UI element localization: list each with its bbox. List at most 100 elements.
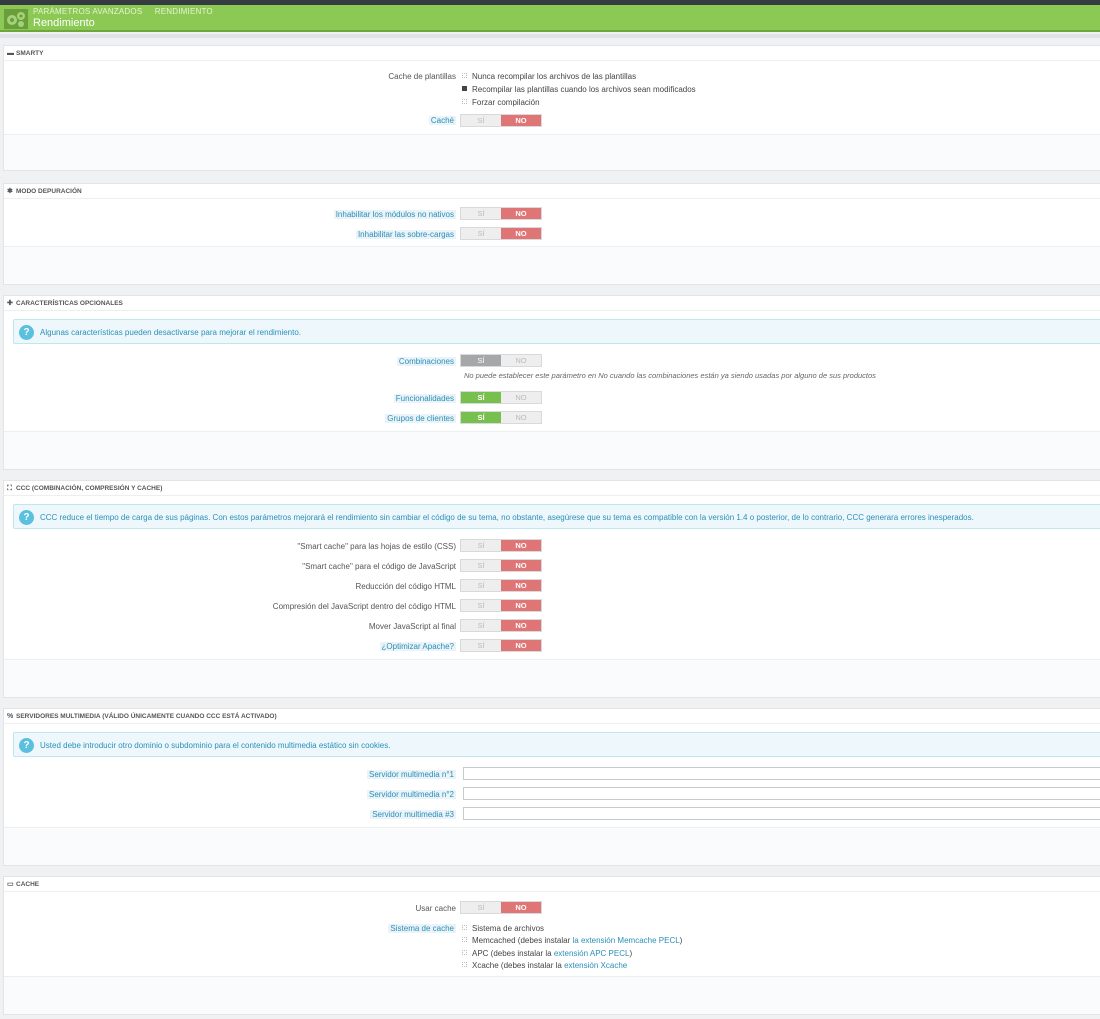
switch-no[interactable]: NO xyxy=(501,228,541,239)
optimize-apache-label[interactable]: ¿Optimizar Apache? xyxy=(379,642,456,651)
switch-yes: SÍ xyxy=(461,355,501,366)
switch-no[interactable]: NO xyxy=(501,620,541,631)
media-server-3-label[interactable]: Servidor multimedia #3 xyxy=(370,810,456,819)
move-js-to-end-label: Mover JavaScript al final xyxy=(368,622,456,631)
switch-no[interactable]: NO xyxy=(501,540,541,551)
xcache-link[interactable]: extensión Xcache xyxy=(564,961,627,970)
switch-yes[interactable]: SÍ xyxy=(461,640,501,651)
switch-yes[interactable]: SÍ xyxy=(461,228,501,239)
switch-no[interactable]: NO xyxy=(501,392,541,403)
move-js-to-end-switch[interactable]: SÍ NO xyxy=(460,619,542,632)
disable-non-native-modules-label[interactable]: Inhabilitar los módulos no nativos xyxy=(333,210,456,219)
css-smart-cache-switch[interactable]: SÍ NO xyxy=(460,539,542,552)
radio-xcache[interactable]: Xcache (debes instalar la extensión Xcac… xyxy=(462,961,627,970)
cache-system-label[interactable]: Sistema de cache xyxy=(388,924,456,933)
switch-yes[interactable]: SÍ xyxy=(461,600,501,611)
header-divider xyxy=(0,34,1100,38)
js-smart-cache-label: "Smart cache" para el código de JavaScri… xyxy=(302,562,456,571)
question-icon: ? xyxy=(19,510,34,525)
breadcrumb-item[interactable]: PARÁMETROS AVANZADOS xyxy=(33,7,142,16)
media-server-1-input[interactable] xyxy=(463,767,1100,780)
switch-yes[interactable]: SÍ xyxy=(461,115,501,126)
panel-title: CCC (COMBINACIÓN, COMPRESIÓN Y CACHE) xyxy=(16,485,163,492)
panel-heading: ⛶ CCC (COMBINACIÓN, COMPRESIÓN Y CACHE) xyxy=(4,481,1100,496)
switch-no[interactable]: NO xyxy=(501,640,541,651)
switch-yes[interactable]: SÍ xyxy=(461,208,501,219)
switch-no[interactable]: NO xyxy=(501,412,541,423)
inline-js-compress-switch[interactable]: SÍ NO xyxy=(460,599,542,612)
customer-groups-switch[interactable]: SÍ NO xyxy=(460,411,542,424)
media-server-3-input[interactable] xyxy=(463,807,1100,820)
monitor-icon: ▭ xyxy=(7,881,14,888)
panel-footer xyxy=(4,659,1100,697)
alert-text: Usted debe introducir otro dominio o sub… xyxy=(40,741,391,750)
switch-no[interactable]: NO xyxy=(501,902,541,913)
smarty-panel: ▬ SMARTY Cache de plantillas Nunca recomp… xyxy=(3,45,1100,171)
disable-non-native-modules-switch[interactable]: SÍ NO xyxy=(460,207,542,220)
panel-heading: ▭ CACHE xyxy=(4,877,1100,892)
panel-heading: ✱ MODO DEPURACIÓN xyxy=(4,184,1100,199)
page-header: PARÁMETROS AVANZADOS RENDIMIENTO Rendimi… xyxy=(0,5,1100,32)
question-icon: ? xyxy=(19,325,34,340)
template-cache-label: Cache de plantillas xyxy=(388,72,456,81)
radio-file-system[interactable]: Sistema de archivos xyxy=(462,924,544,933)
radio-apc[interactable]: APC (debes instalar la extensión APC PEC… xyxy=(462,949,632,958)
inline-js-compress-label: Compresión del JavaScript dentro del cód… xyxy=(272,602,456,611)
link-icon: % xyxy=(7,713,14,720)
radio-memcached[interactable]: Memcached (debes instalar la extensión M… xyxy=(462,936,682,945)
radio-force-compile[interactable]: Forzar compilación xyxy=(462,98,540,107)
panel-footer xyxy=(4,134,1100,170)
bug-icon: ✱ xyxy=(7,188,13,195)
apc-link[interactable]: extensión APC PECL xyxy=(554,949,630,958)
optimize-apache-switch[interactable]: SÍ NO xyxy=(460,639,542,652)
breadcrumb: PARÁMETROS AVANZADOS RENDIMIENTO xyxy=(33,7,223,16)
switch-yes[interactable]: SÍ xyxy=(461,540,501,551)
panel-footer xyxy=(4,246,1100,284)
html-minify-label: Reducción del código HTML xyxy=(355,582,457,591)
media-server-2-input[interactable] xyxy=(463,787,1100,800)
switch-no[interactable]: NO xyxy=(501,600,541,611)
question-icon: ? xyxy=(19,738,34,753)
switch-yes[interactable]: SÍ xyxy=(461,620,501,631)
radio-never-recompile[interactable]: Nunca recompilar los archivos de las pla… xyxy=(462,72,636,81)
switch-no[interactable]: NO xyxy=(501,560,541,571)
info-alert: ? Algunas características pueden desacti… xyxy=(13,319,1100,344)
cache-label[interactable]: Caché xyxy=(428,116,456,125)
use-cache-switch[interactable]: SÍ NO xyxy=(460,901,542,914)
switch-yes[interactable]: SÍ xyxy=(461,412,501,423)
switch-yes[interactable]: SÍ xyxy=(461,392,501,403)
cache-switch[interactable]: SÍ NO xyxy=(460,114,542,127)
memcache-link[interactable]: la extensión Memcache PECL xyxy=(573,936,680,945)
html-minify-switch[interactable]: SÍ NO xyxy=(460,579,542,592)
media-servers-panel: % SERVIDORES MULTIMEDIA (VÁLIDO ÚNICAMENT… xyxy=(3,708,1100,866)
radio-recompile-modified[interactable]: Recompilar las plantillas cuando los arc… xyxy=(462,85,696,94)
js-smart-cache-switch[interactable]: SÍ NO xyxy=(460,559,542,572)
switch-yes[interactable]: SÍ xyxy=(461,580,501,591)
features-switch[interactable]: SÍ NO xyxy=(460,391,542,404)
disable-overrides-label[interactable]: Inhabilitar las sobre-cargas xyxy=(355,230,456,239)
fullscreen-icon: ⛶ xyxy=(7,485,12,492)
combinations-switch: SÍ NO xyxy=(460,354,542,367)
disable-overrides-switch[interactable]: SÍ NO xyxy=(460,227,542,240)
switch-yes[interactable]: SÍ xyxy=(461,902,501,913)
combinations-note: No puede establecer este parámetro en No… xyxy=(464,371,876,380)
panel-heading: % SERVIDORES MULTIMEDIA (VÁLIDO ÚNICAMENT… xyxy=(4,709,1100,724)
media-server-1-label[interactable]: Servidor multimedia n°1 xyxy=(366,770,456,779)
customer-groups-label[interactable]: Grupos de clientes xyxy=(385,414,456,423)
ccc-panel: ⛶ CCC (COMBINACIÓN, COMPRESIÓN Y CACHE) ?… xyxy=(3,480,1100,698)
css-smart-cache-label: "Smart cache" para las hojas de estilo (… xyxy=(297,542,456,551)
info-alert: ? Usted debe introducir otro dominio o s… xyxy=(13,732,1100,757)
panel-title: MODO DEPURACIÓN xyxy=(16,188,82,195)
combinations-label[interactable]: Combinaciones xyxy=(396,357,456,366)
switch-no: NO xyxy=(515,356,527,365)
switch-no[interactable]: NO xyxy=(501,208,541,219)
breadcrumb-item[interactable]: RENDIMIENTO xyxy=(155,7,213,16)
switch-yes[interactable]: SÍ xyxy=(461,560,501,571)
use-cache-label: Usar cache xyxy=(415,904,456,913)
alert-text: CCC reduce el tiempo de carga de sus pág… xyxy=(40,513,974,522)
media-server-2-label[interactable]: Servidor multimedia n°2 xyxy=(366,790,456,799)
features-label[interactable]: Funcionalidades xyxy=(393,394,456,403)
switch-no[interactable]: NO xyxy=(501,580,541,591)
switch-no[interactable]: NO xyxy=(501,115,541,126)
optional-features-panel: ✚ CARACTERÍSTICAS OPCIONALES ? Algunas ca… xyxy=(3,295,1100,470)
